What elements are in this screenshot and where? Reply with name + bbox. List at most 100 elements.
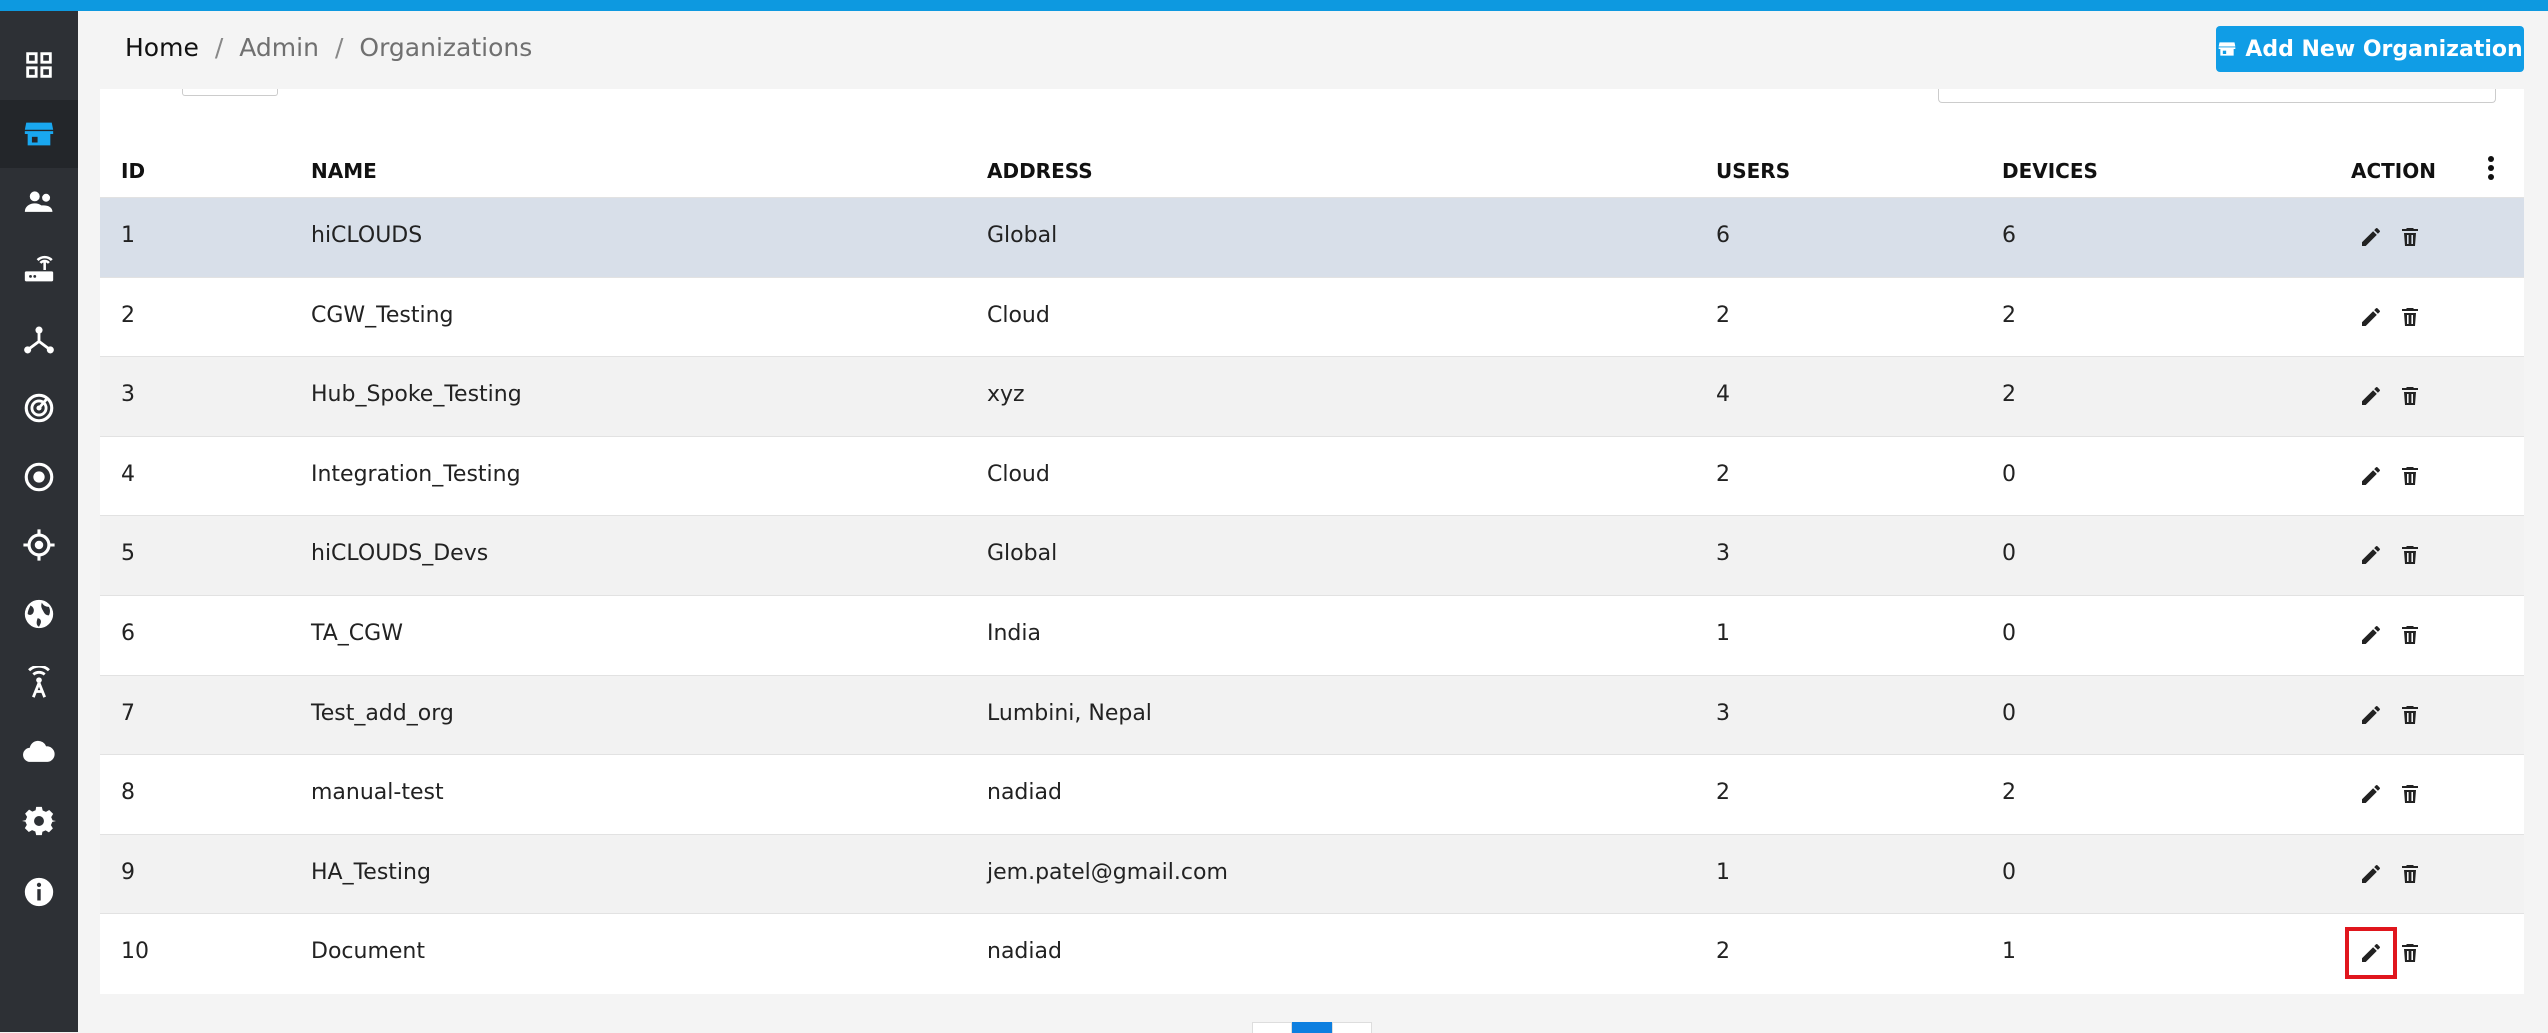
sidebar-item-info[interactable] [0, 858, 78, 926]
pagination-prev-button[interactable] [1252, 1022, 1292, 1033]
add-organization-button[interactable]: Add New Organization [2216, 26, 2524, 72]
delete-icon[interactable] [2396, 223, 2424, 251]
delete-icon[interactable] [2396, 462, 2424, 490]
cell-id: 4 [121, 461, 135, 487]
cell-name: CGW_Testing [311, 302, 454, 328]
cell-users: 2 [1716, 780, 1730, 806]
delete-icon[interactable] [2396, 701, 2424, 729]
edit-icon[interactable] [2357, 303, 2385, 331]
column-options-kebab-icon[interactable] [2486, 155, 2496, 181]
edit-icon[interactable] [2345, 927, 2397, 980]
store-icon [2218, 42, 2236, 56]
table-row[interactable]: 9 HA_Testing jem.patel@gmail.com 1 0 [100, 833, 2524, 914]
edit-icon[interactable] [2357, 223, 2385, 251]
table-row[interactable]: 6 TA_CGW India 1 0 [100, 595, 2524, 675]
column-header-address[interactable]: ADDRESS [987, 159, 1093, 183]
cell-devices: 6 [2002, 223, 2016, 248]
cell-name: HA_Testing [311, 859, 431, 885]
cell-users: 2 [1716, 939, 1730, 965]
cell-devices: 0 [2002, 461, 2016, 487]
pagination-page-current[interactable] [1292, 1022, 1332, 1033]
breadcrumb-admin[interactable]: Admin [239, 33, 319, 62]
cell-id: 9 [121, 859, 135, 885]
delete-icon[interactable] [2396, 621, 2424, 649]
delete-icon[interactable] [2396, 860, 2424, 888]
cell-id: 7 [121, 700, 135, 726]
delete-icon[interactable] [2396, 541, 2424, 569]
cell-users: 1 [1716, 859, 1730, 885]
table-row[interactable]: 3 Hub_Spoke_Testing xyz 4 2 [100, 356, 2524, 437]
sidebar-item-topology[interactable] [0, 306, 78, 374]
cell-users: 1 [1716, 621, 1730, 646]
sidebar-item-cloud[interactable] [0, 718, 78, 786]
column-header-id[interactable]: ID [121, 159, 145, 183]
delete-icon[interactable] [2396, 382, 2424, 410]
cell-name: Integration_Testing [311, 461, 521, 487]
sidebar-item-organizations[interactable] [0, 100, 78, 168]
sidebar-item-users[interactable] [0, 168, 78, 236]
cell-devices: 1 [2002, 939, 2016, 965]
cell-users: 3 [1716, 541, 1730, 567]
cell-name: manual-test [311, 780, 444, 806]
sidebar-item-wireless[interactable] [0, 649, 78, 717]
edit-icon[interactable] [2357, 701, 2385, 729]
antenna-wireless-icon [28, 666, 50, 698]
page-header: Home / Admin / Organizations [78, 11, 2548, 91]
dashboard-icon [26, 52, 52, 78]
edit-icon[interactable] [2357, 780, 2385, 808]
column-header-users[interactable]: USERS [1716, 159, 1790, 183]
sidebar-item-location[interactable] [0, 511, 78, 579]
cell-users: 6 [1716, 223, 1730, 248]
table-row[interactable]: 5 hiCLOUDS_Devs Global 3 0 [100, 515, 2524, 596]
table-row[interactable]: 1 hiCLOUDS Global 6 6 [100, 197, 2524, 277]
cell-users: 3 [1716, 700, 1730, 726]
sidebar-item-monitoring[interactable] [0, 374, 78, 442]
column-header-name[interactable]: NAME [311, 159, 377, 183]
cell-address: Cloud [987, 302, 1050, 328]
sidebar-item-global[interactable] [0, 580, 78, 648]
cell-devices: 0 [2002, 541, 2016, 567]
globe-icon [24, 599, 54, 629]
cell-id: 2 [121, 302, 135, 328]
breadcrumb: Home / Admin / Organizations [125, 33, 532, 62]
edit-icon[interactable] [2357, 860, 2385, 888]
edit-icon[interactable] [2357, 621, 2385, 649]
table-row[interactable]: 8 manual-test nadiad 2 2 [100, 754, 2524, 834]
cell-address: Lumbini, Nepal [987, 700, 1152, 726]
breadcrumb-home[interactable]: Home [125, 33, 199, 62]
breadcrumb-separator: / [334, 33, 344, 62]
cell-devices: 0 [2002, 621, 2016, 646]
page-length-select[interactable] [182, 89, 278, 96]
sidebar-item-dashboard[interactable] [0, 31, 78, 99]
cell-devices: 2 [2002, 382, 2016, 408]
edit-icon[interactable] [2357, 462, 2385, 490]
edit-icon[interactable] [2357, 382, 2385, 410]
sidebar-item-targets[interactable] [0, 443, 78, 511]
delete-icon[interactable] [2396, 303, 2424, 331]
table-row[interactable]: 10 Document nadiad 2 1 [100, 913, 2524, 993]
cell-address: nadiad [987, 939, 1062, 965]
cell-name: hiCLOUDS [311, 223, 423, 248]
sidebar-item-devices[interactable] [0, 236, 78, 304]
settings-gear-icon [22, 806, 56, 836]
info-icon [24, 877, 54, 907]
network-topology-icon [24, 326, 54, 354]
cell-id: 1 [121, 223, 135, 248]
cell-address: Global [987, 223, 1058, 248]
cell-users: 4 [1716, 382, 1730, 408]
pagination-next-button[interactable] [1332, 1022, 1372, 1033]
table-row[interactable]: 4 Integration_Testing Cloud 2 0 [100, 435, 2524, 516]
table-row[interactable]: 2 CGW_Testing Cloud 2 2 [100, 276, 2524, 357]
table-search-input[interactable] [1938, 89, 2496, 103]
column-header-devices[interactable]: DEVICES [2002, 159, 2098, 183]
cell-id: 5 [121, 541, 135, 567]
top-accent-bar [0, 0, 2548, 11]
delete-icon[interactable] [2396, 939, 2424, 967]
users-icon [24, 191, 53, 212]
sidebar-item-settings[interactable] [0, 787, 78, 855]
cell-name: Document [311, 939, 425, 965]
delete-icon[interactable] [2396, 780, 2424, 808]
monitoring-radar-icon [24, 393, 54, 423]
edit-icon[interactable] [2357, 541, 2385, 569]
table-row[interactable]: 7 Test_add_org Lumbini, Nepal 3 0 [100, 674, 2524, 755]
